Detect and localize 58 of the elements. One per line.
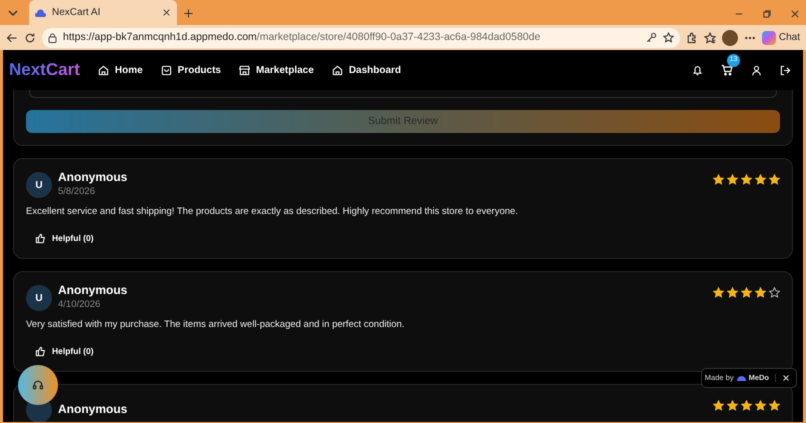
star-icon: [769, 400, 780, 412]
star-icon: [769, 174, 780, 185]
review-date: 5/8/2026: [58, 184, 96, 199]
star-icon: [755, 174, 766, 185]
profile-avatar[interactable]: [722, 30, 738, 46]
bag-icon: [160, 64, 172, 76]
star-icon: [755, 400, 766, 412]
home-icon: [98, 64, 109, 76]
reviewer-name: Anonymous: [58, 284, 128, 298]
close-icon[interactable]: [162, 8, 171, 17]
star-icon: [727, 400, 738, 412]
star-icon: [769, 287, 780, 298]
star-icon: [713, 287, 724, 298]
reload-icon[interactable]: [24, 32, 36, 44]
reviewer-name: Anonymous: [58, 403, 128, 417]
star-outline-icon[interactable]: [662, 32, 674, 43]
reviewer-name: Anonymous: [58, 171, 128, 185]
nav-link[interactable]: Home: [98, 62, 143, 78]
nav-link[interactable]: Products: [160, 62, 221, 78]
star-icon: [755, 287, 766, 298]
star-icon: [741, 400, 752, 412]
chat-button[interactable]: Chat: [778, 30, 800, 45]
cart-icon[interactable]: [721, 64, 733, 76]
review-date: 4/10/2026: [58, 298, 102, 312]
user-avatar: U: [26, 285, 52, 312]
nav-link[interactable]: Dashboard: [332, 62, 402, 78]
star-icon: [713, 174, 724, 185]
star-icon: [741, 174, 752, 185]
star-icon: [727, 174, 738, 185]
address-bar[interactable]: https://app-bk7anmcqnh1d.appmedo.com/marketplace/store/4080ff90-0a37-4233-ac6a-984dad0580de: [42, 28, 680, 48]
review-text: Very satisfied with my purchase. The items arrived well-packaged and in perfect condition.: [26, 318, 406, 332]
helpful-button[interactable]: Helpful (0): [29, 344, 100, 360]
lock-icon: [48, 32, 57, 42]
headphones-icon: [32, 379, 44, 391]
favorites-icon[interactable]: [704, 32, 716, 44]
restore-icon[interactable]: [762, 9, 772, 19]
puzzle-icon[interactable]: [686, 32, 698, 44]
logout-icon[interactable]: [780, 64, 791, 76]
star-icon: [741, 287, 752, 298]
bell-icon[interactable]: [692, 64, 703, 76]
helpful-button[interactable]: Helpful (0): [29, 231, 100, 246]
user-icon[interactable]: [751, 64, 762, 76]
key-icon[interactable]: [646, 32, 657, 43]
user-avatar: U: [26, 172, 52, 198]
thumbs-up-icon: [35, 233, 46, 244]
home-icon: [332, 64, 343, 76]
copilot-icon[interactable]: [762, 30, 776, 44]
star-icon: [727, 287, 738, 298]
back-icon[interactable]: [6, 32, 18, 44]
thumbs-up-icon: [35, 346, 46, 358]
browser-tab[interactable]: NexCart AI: [29, 0, 177, 25]
tab-menu-icon[interactable]: [8, 8, 18, 18]
review-text: Excellent service and fast shipping! The products are exactly as described. Highly recommend this store to everyone.: [26, 205, 519, 220]
nav-link[interactable]: Marketplace: [239, 62, 314, 78]
cloud-icon: [35, 8, 46, 16]
star-icon: [713, 400, 724, 412]
new-tab-icon[interactable]: [183, 8, 194, 19]
store-icon: [239, 64, 250, 76]
